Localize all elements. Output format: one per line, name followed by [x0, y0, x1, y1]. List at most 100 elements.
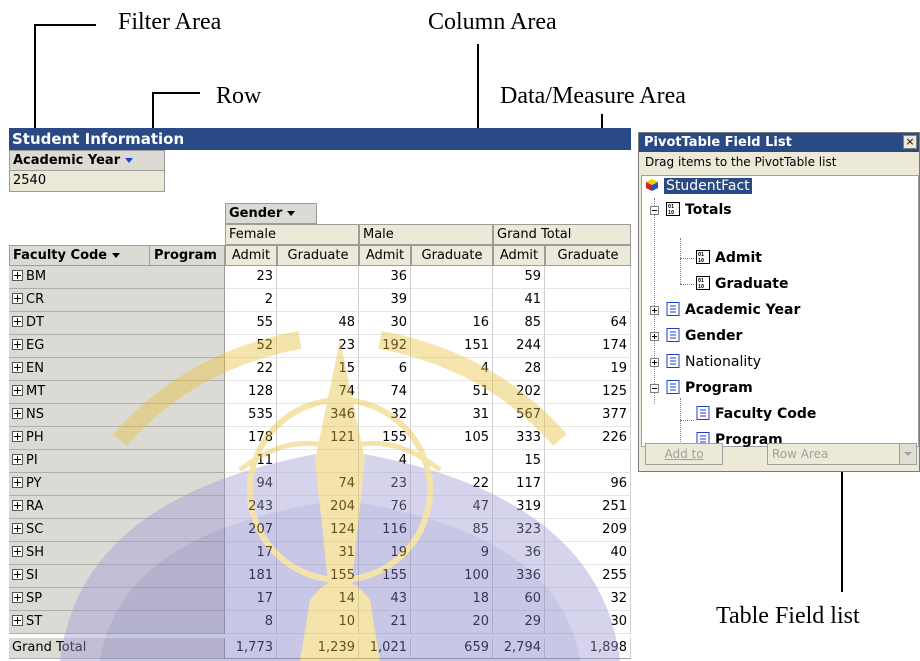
- data-cell[interactable]: 85: [493, 312, 545, 335]
- data-cell[interactable]: 124: [277, 519, 359, 542]
- row-label-ns[interactable]: NS: [9, 404, 225, 427]
- row-label-sh[interactable]: SH: [9, 542, 225, 565]
- data-cell[interactable]: 16: [411, 312, 493, 335]
- tree-node-nationality[interactable]: Nationality: [666, 352, 761, 372]
- row-field-program[interactable]: Program: [149, 245, 225, 266]
- data-cell[interactable]: 181: [225, 565, 277, 588]
- data-cell[interactable]: 10: [277, 611, 359, 634]
- data-cell[interactable]: 29: [493, 611, 545, 634]
- data-cell[interactable]: 116: [359, 519, 411, 542]
- data-cell[interactable]: 40: [545, 542, 631, 565]
- data-cell[interactable]: 23: [359, 473, 411, 496]
- data-cell[interactable]: 60: [493, 588, 545, 611]
- data-cell[interactable]: 155: [277, 565, 359, 588]
- data-cell[interactable]: 22: [411, 473, 493, 496]
- expand-icon[interactable]: [12, 293, 23, 304]
- data-cell[interactable]: 39: [359, 289, 411, 312]
- data-cell[interactable]: 17: [225, 588, 277, 611]
- data-cell[interactable]: 202: [493, 381, 545, 404]
- data-cell[interactable]: 52: [225, 335, 277, 358]
- data-cell[interactable]: 64: [545, 312, 631, 335]
- column-field-dropdown-icon[interactable]: [287, 211, 296, 216]
- data-cell[interactable]: 9: [411, 542, 493, 565]
- data-cell[interactable]: 209: [545, 519, 631, 542]
- data-cell[interactable]: 21: [359, 611, 411, 634]
- data-cell[interactable]: 125: [545, 381, 631, 404]
- data-cell[interactable]: 41: [493, 289, 545, 312]
- data-cell[interactable]: 567: [493, 404, 545, 427]
- row-label-eg[interactable]: EG: [9, 335, 225, 358]
- data-cell[interactable]: 55: [225, 312, 277, 335]
- expand-icon[interactable]: [12, 431, 23, 442]
- measure-header-total-graduate[interactable]: Graduate: [545, 245, 631, 266]
- row-label-si[interactable]: SI: [9, 565, 225, 588]
- filter-dropdown-icon[interactable]: [125, 158, 134, 163]
- row-label-sp[interactable]: SP: [9, 588, 225, 611]
- data-cell[interactable]: 8: [225, 611, 277, 634]
- row-label-cr[interactable]: CR: [9, 289, 225, 312]
- data-cell[interactable]: 174: [545, 335, 631, 358]
- data-cell[interactable]: 6: [359, 358, 411, 381]
- data-cell[interactable]: 2: [225, 289, 277, 312]
- row-label-st[interactable]: ST: [9, 611, 225, 634]
- data-cell[interactable]: 346: [277, 404, 359, 427]
- data-cell[interactable]: 251: [545, 496, 631, 519]
- data-cell[interactable]: 105: [411, 427, 493, 450]
- row-label-bm[interactable]: BM: [9, 266, 225, 289]
- tree-root-studentfact[interactable]: StudentFact: [645, 176, 752, 196]
- data-cell[interactable]: 336: [493, 565, 545, 588]
- row-label-mt[interactable]: MT: [9, 381, 225, 404]
- data-cell[interactable]: 74: [277, 473, 359, 496]
- data-cell[interactable]: 535: [225, 404, 277, 427]
- data-cell[interactable]: 23: [225, 266, 277, 289]
- data-cell[interactable]: 30: [359, 312, 411, 335]
- data-cell[interactable]: 32: [359, 404, 411, 427]
- measure-header-male-graduate[interactable]: Graduate: [411, 245, 493, 266]
- tree-node-academic-year[interactable]: Academic Year: [666, 300, 800, 320]
- data-cell[interactable]: 96: [545, 473, 631, 496]
- data-cell[interactable]: [277, 289, 359, 312]
- data-cell[interactable]: 319: [493, 496, 545, 519]
- row-label-en[interactable]: EN: [9, 358, 225, 381]
- expand-icon[interactable]: [650, 332, 659, 341]
- expand-icon[interactable]: [12, 270, 23, 281]
- data-cell[interactable]: 18: [411, 588, 493, 611]
- expand-icon[interactable]: [12, 316, 23, 327]
- data-cell[interactable]: [277, 266, 359, 289]
- data-cell[interactable]: 59: [493, 266, 545, 289]
- grand-total-cell[interactable]: 1,239: [277, 638, 359, 659]
- expand-icon[interactable]: [12, 500, 23, 511]
- data-cell[interactable]: 51: [411, 381, 493, 404]
- data-cell[interactable]: 244: [493, 335, 545, 358]
- row-label-ra[interactable]: RA: [9, 496, 225, 519]
- data-cell[interactable]: 48: [277, 312, 359, 335]
- column-group-grand-total[interactable]: Grand Total: [493, 224, 631, 245]
- data-cell[interactable]: 117: [493, 473, 545, 496]
- expand-icon[interactable]: [12, 592, 23, 603]
- data-cell[interactable]: 128: [225, 381, 277, 404]
- expand-icon[interactable]: [12, 454, 23, 465]
- area-select[interactable]: Row Area: [767, 443, 917, 465]
- expand-icon[interactable]: [12, 362, 23, 373]
- row-field-faculty-code[interactable]: Faculty Code: [9, 245, 157, 266]
- data-cell[interactable]: 28: [493, 358, 545, 381]
- collapse-icon[interactable]: [650, 384, 659, 393]
- data-cell[interactable]: 11: [225, 450, 277, 473]
- data-cell[interactable]: 151: [411, 335, 493, 358]
- data-cell[interactable]: 243: [225, 496, 277, 519]
- data-cell[interactable]: 30: [545, 611, 631, 634]
- data-cell[interactable]: 333: [493, 427, 545, 450]
- data-cell[interactable]: [411, 450, 493, 473]
- row-label-pi[interactable]: PI: [9, 450, 225, 473]
- data-cell[interactable]: 17: [225, 542, 277, 565]
- expand-icon[interactable]: [650, 358, 659, 367]
- grand-total-cell[interactable]: 1,898: [545, 638, 631, 659]
- data-cell[interactable]: 15: [493, 450, 545, 473]
- expand-icon[interactable]: [650, 306, 659, 315]
- measure-header-male-admit[interactable]: Admit: [359, 245, 411, 266]
- measure-header-female-graduate[interactable]: Graduate: [277, 245, 359, 266]
- data-cell[interactable]: 155: [359, 565, 411, 588]
- data-cell[interactable]: 14: [277, 588, 359, 611]
- data-cell[interactable]: 36: [493, 542, 545, 565]
- filter-field-academic-year[interactable]: Academic Year: [9, 150, 165, 171]
